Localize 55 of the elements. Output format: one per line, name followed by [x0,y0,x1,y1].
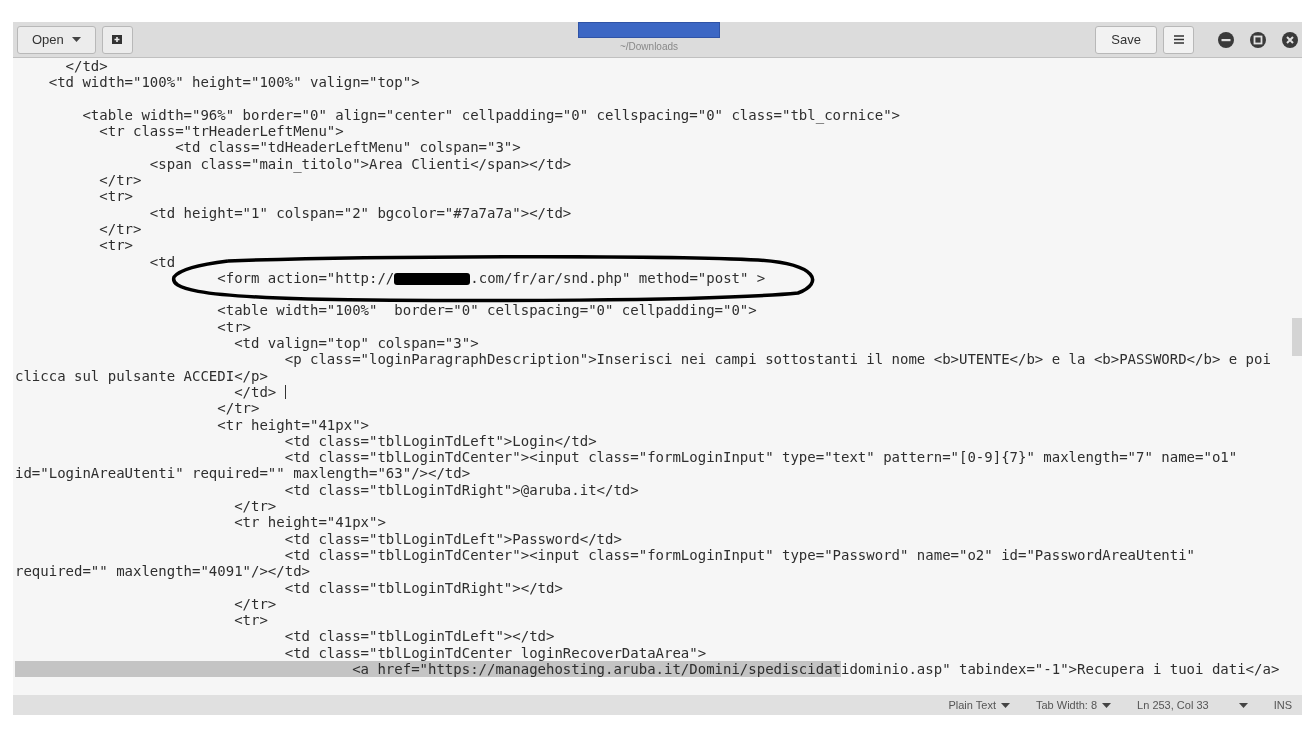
code-line: <td width="100%" height="100%" valign="top"> [47,74,420,91]
maximize-button[interactable] [1250,31,1266,48]
code-line: <td class="tdHeaderLeftMenu" colspan="3"> [174,139,521,156]
minimize-button[interactable] [1218,31,1234,48]
code-line: </td> [64,58,108,75]
code-line: <table width="96%" border="0" align="center" cellpadding="0" cellspacing="0" class="tbl_cornice"> [81,106,900,124]
caret-icon [71,37,81,42]
document-plus-icon [111,34,124,45]
code-line: <td class="tblLoginTdLeft">Login</td> [284,432,597,450]
code-line: <table width="100%" border="0" cellspacing="0" cellpadding="0"> [216,302,757,319]
code-line: <tr height="41px"> [216,416,369,433]
code-line: </tr> [216,400,260,417]
code-line: <td class="tblLoginTdLeft"></td> [283,628,555,645]
code-line: <td height="1" colspan="2" bgcolor="#7a7a7a"></td> [148,204,572,221]
insert-mode: INS [1273,697,1292,713]
code-line: <tr height="41px"> [233,514,386,531]
close-button[interactable] [1282,31,1298,48]
code-line: .com/fr/ar/snd.php" method="post" > [470,269,766,287]
code-line: <tr class="trHeaderLeftMenu"> [98,123,344,140]
code-line: </tr> [233,498,277,515]
code-line: </tr> [98,220,142,238]
code-line: required="" maxlength="4091"/></td> [15,563,310,580]
code-line: <td [148,253,176,270]
code-line: <form action="http:// [216,269,395,287]
caret-icon [1000,702,1010,708]
menu-button[interactable] [1163,25,1194,54]
cursor-position: Ln 253, Col 33 [1137,697,1209,713]
scrollbar-thumb[interactable] [1292,318,1302,356]
code-line: <tr> [233,612,268,629]
code-line: id="LoginAreaUtenti" required="" maxlength="63"/></td> [15,465,471,482]
open-button[interactable]: Open [17,25,96,54]
code-line: </tr> [98,172,142,189]
language-dropdown[interactable]: Plain Text [948,696,1010,714]
caret-icon[interactable] [1238,702,1248,708]
code-line: <p class="loginParagraphDescription">Inserisci nei campi sottostanti il nome <b>UTENTE</b> e la <b>PASSWORD</b> e poi [283,351,1271,368]
code-line: <tr> [98,188,133,205]
tab-width-dropdown[interactable]: Tab Width: 8 [1035,696,1112,714]
code-line: <tr> [216,318,251,336]
code-line: </tr> [233,595,277,613]
code-line: clicca sul pulsante ACCEDI</p> [15,367,268,384]
code-line: <td class="tblLoginTdRight"></td> [283,579,563,596]
code-line: <td class="tblLoginTdLeft">Password</td> [283,530,622,547]
code-line: <td class="tblLoginTdRight">@aruba.it</td> [283,481,639,498]
code-line: <td class="tblLoginTdCenter loginRecoverDataArea"> [283,644,707,661]
code-line: <td class="tblLoginTdCenter"><input class="formLoginInput" type="Password" name="o2" id="PasswordAreaUtenti" [283,546,1196,564]
code-line: </td> [234,383,278,401]
save-button[interactable]: Save [1095,25,1157,54]
menu-icon [1173,35,1184,44]
new-tab-button[interactable] [101,25,133,54]
code-line: <tr> [98,237,133,254]
caret-icon [1102,702,1112,708]
code-line: <td valign="top" colspan="3"> [233,335,479,352]
code-line: <span class="main_titolo">Area Clienti</span></td> [148,155,572,173]
code-line: <td class="tblLoginTdCenter"><input class="formLoginInput" type="text" pattern="[0-9]{7}" maxlength="7" name="o1" [283,449,1238,466]
window-subtitle: ~/Downloads [619,40,679,54]
